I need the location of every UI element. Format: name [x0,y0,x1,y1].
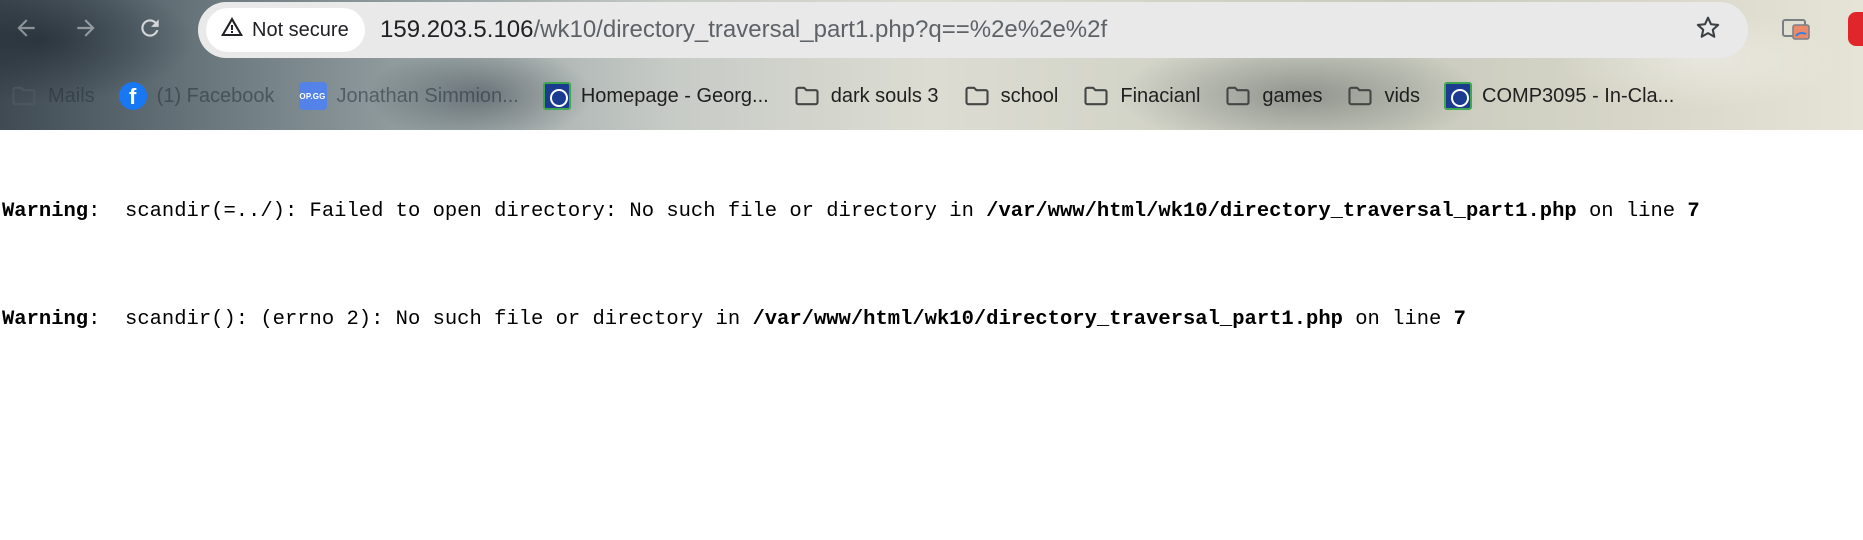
reload-icon [137,15,163,46]
php-warning-1: Warning: scandir(=../): Failed to open d… [2,200,1700,223]
cast-extension-button[interactable] [1780,14,1812,46]
bookmark-folder-games[interactable]: games [1214,76,1336,116]
warning-triangle-icon [220,15,244,45]
warning-line-number: 7 [1453,308,1466,331]
bookmarks-bar: Mails f (1) Facebook OP.GG Jonathan Simm… [0,74,1863,118]
folder-icon [1082,82,1110,110]
bookmark-label: Homepage - Georg... [580,84,769,107]
address-bar[interactable]: Not secure 159.203.5.106/wk10/directory_… [198,2,1748,58]
profile-avatar-button[interactable] [1848,12,1863,46]
cast-icon [1780,19,1812,50]
bookmark-label: Finacianl [1120,84,1201,107]
bookmark-label: vids [1384,84,1421,107]
bookmark-folder-dark-souls-3[interactable]: dark souls 3 [783,76,953,116]
warning-line-number: 7 [1687,200,1700,223]
bookmark-opgg[interactable]: OP.GG Jonathan Simmion... [289,76,533,116]
bookmark-folder-finacianl[interactable]: Finacianl [1072,76,1214,116]
folder-icon [1224,82,1252,110]
bookmark-label: Jonathan Simmion... [336,84,519,107]
warning-separator: : [88,200,126,223]
bookmark-mails[interactable]: Mails [0,76,109,116]
forward-arrow-icon [73,15,99,46]
bookmark-label: games [1262,84,1323,107]
warning-separator: : [88,308,126,331]
bookmark-label: COMP3095 - In-Cla... [1482,84,1675,107]
warning-file-path: /var/www/html/wk10/directory_traversal_p… [752,308,1343,331]
bookmark-facebook[interactable]: f (1) Facebook [109,76,289,116]
warning-message: scandir(=../): Failed to open directory:… [125,200,987,223]
bookmark-star-button[interactable] [1692,14,1724,46]
warning-label: Warning [2,200,89,223]
warning-message: scandir(): (errno 2): No such file or di… [125,308,753,331]
reload-button[interactable] [130,10,170,50]
warning-line-text: on line [1342,308,1454,331]
browser-chrome: Not secure 159.203.5.106/wk10/directory_… [0,0,1863,130]
url-host: 159.203.5.106 [380,16,534,43]
folder-icon [963,82,991,110]
folder-icon [1346,82,1374,110]
folder-icon [10,82,38,110]
php-warning-2: Warning: scandir(): (errno 2): No such f… [2,308,1466,331]
warning-line-text: on line [1576,200,1688,223]
george-brown-icon [542,82,571,110]
site-security-chip[interactable]: Not secure [206,8,365,52]
bookmark-folder-vids[interactable]: vids [1336,76,1434,116]
warning-file-path: /var/www/html/wk10/directory_traversal_p… [986,200,1577,223]
bookmark-label: (1) Facebook [156,84,275,107]
bookmark-homepage-george-brown[interactable]: Homepage - Georg... [533,76,783,116]
back-arrow-icon [13,15,39,46]
url-path: /wk10/directory_traversal_part1.php?q==%… [533,16,1108,43]
back-button[interactable] [6,10,46,50]
bookmark-label: school [1000,84,1059,107]
warning-label: Warning [2,308,89,331]
bookmark-folder-school[interactable]: school [953,76,1073,116]
star-icon [1694,14,1722,47]
opgg-icon: OP.GG [298,82,327,110]
bookmark-comp3095[interactable]: COMP3095 - In-Cla... [1434,76,1688,116]
facebook-icon: f [118,82,147,110]
url-text[interactable]: 159.203.5.106/wk10/directory_traversal_p… [380,16,1107,44]
folder-icon [793,82,821,110]
page-content: Warning: scandir(=../): Failed to open d… [0,130,1863,540]
bookmark-label: dark souls 3 [830,84,939,107]
security-label: Not secure [252,18,349,41]
bookmark-label: Mails [48,84,95,107]
george-brown-icon [1444,82,1473,110]
forward-button[interactable] [66,10,106,50]
